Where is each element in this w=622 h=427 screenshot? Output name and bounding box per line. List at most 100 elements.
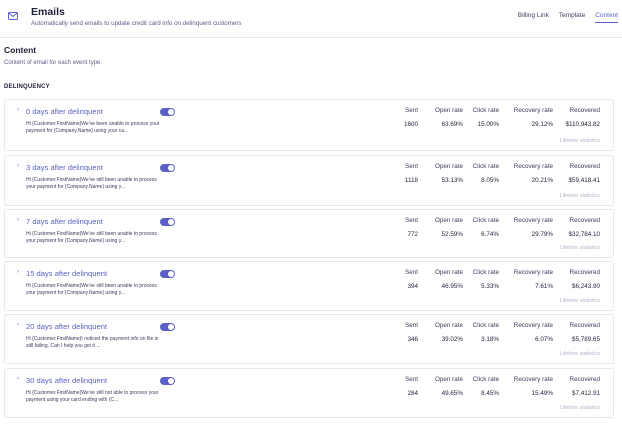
tab-bar: Billing Link Template Content bbox=[518, 12, 618, 23]
stat-click-rate: Click rate 3.18% bbox=[473, 322, 499, 343]
enabled-toggle[interactable] bbox=[160, 108, 175, 116]
email-title[interactable]: 20 days after delinquent bbox=[26, 322, 107, 331]
stat-label: Click rate bbox=[472, 322, 499, 329]
stat-recovery-rate: Recovery rate 29.79% bbox=[514, 217, 553, 238]
stat-label: Recovery rate bbox=[513, 322, 553, 329]
stat-recovery-rate: Recovery rate 29.12% bbox=[514, 107, 553, 128]
email-card[interactable]: › 20 days after delinquent Hi {Customer.Fi… bbox=[4, 314, 614, 364]
stat-sent: Sent 284 bbox=[405, 376, 418, 397]
stat-open-rate: Open rate 49.65% bbox=[435, 376, 463, 397]
stat-value: 15.00% bbox=[477, 121, 499, 128]
chevron-right-icon[interactable]: › bbox=[17, 269, 19, 275]
stat-label: Open rate bbox=[434, 217, 463, 224]
stat-value: 53.13% bbox=[441, 177, 463, 184]
email-preview: Hi {Customer.FirstName}We've still been … bbox=[26, 177, 157, 190]
tab-template[interactable]: Template bbox=[559, 12, 585, 23]
stat-value: 394 bbox=[407, 283, 418, 290]
email-card[interactable]: › 30 days after delinquent Hi {Customer.Fi… bbox=[4, 368, 614, 418]
enabled-toggle[interactable] bbox=[160, 164, 175, 172]
stat-value: 772 bbox=[407, 231, 418, 238]
chevron-right-icon[interactable]: › bbox=[17, 376, 19, 382]
stat-label: Recovered bbox=[569, 322, 600, 329]
stat-click-rate: Click rate 8.05% bbox=[473, 163, 499, 184]
stat-label: Sent bbox=[405, 107, 418, 114]
tab-billing-link[interactable]: Billing Link bbox=[518, 12, 549, 23]
stat-value: 49.65% bbox=[441, 390, 463, 397]
stat-value: 7.61% bbox=[535, 283, 553, 290]
stat-value: $5,789.65 bbox=[571, 336, 600, 343]
lifetime-statistics-label: Lifetime statistics bbox=[559, 193, 600, 199]
email-title[interactable]: 3 days after delinquent bbox=[26, 163, 103, 172]
chevron-right-icon[interactable]: › bbox=[17, 322, 19, 328]
chevron-right-icon[interactable]: › bbox=[17, 217, 19, 223]
page-subtitle: Automatically send emails to update cred… bbox=[31, 20, 242, 27]
enabled-toggle[interactable] bbox=[160, 218, 175, 226]
email-title[interactable]: 30 days after delinquent bbox=[26, 376, 107, 385]
enabled-toggle[interactable] bbox=[160, 323, 175, 331]
stat-label: Recovered bbox=[569, 163, 600, 170]
chevron-right-icon[interactable]: › bbox=[17, 107, 19, 113]
page-title: Emails bbox=[31, 6, 65, 18]
stat-label: Open rate bbox=[434, 376, 463, 383]
stat-label: Open rate bbox=[434, 107, 463, 114]
enabled-toggle[interactable] bbox=[160, 377, 175, 385]
stat-label: Recovery rate bbox=[513, 107, 553, 114]
stat-click-rate: Click rate 5.33% bbox=[473, 269, 499, 290]
stat-open-rate: Open rate 53.13% bbox=[435, 163, 463, 184]
stat-label: Sent bbox=[405, 269, 418, 276]
email-card[interactable]: › 15 days after delinquent Hi {Customer.Fi… bbox=[4, 261, 614, 311]
toggle-knob bbox=[168, 219, 174, 225]
stat-recovery-rate: Recovery rate 7.61% bbox=[514, 269, 553, 290]
stat-click-rate: Click rate 8.45% bbox=[473, 376, 499, 397]
email-title[interactable]: 0 days after delinquent bbox=[26, 107, 103, 116]
stat-recovered: Recovered $32,784.10 bbox=[568, 217, 600, 238]
email-card[interactable]: › 7 days after delinquent Hi {Customer.Fir… bbox=[4, 209, 614, 258]
section-title: Content bbox=[4, 45, 37, 55]
stat-value: 29.12% bbox=[531, 121, 553, 128]
stat-value: 6.74% bbox=[481, 231, 499, 238]
section-subtitle: Content of email for each event type. bbox=[4, 60, 103, 66]
stat-open-rate: Open rate 63.69% bbox=[435, 107, 463, 128]
stat-label: Sent bbox=[405, 163, 418, 170]
toggle-knob bbox=[168, 324, 174, 330]
stat-value: 346 bbox=[407, 336, 418, 343]
stat-value: 63.69% bbox=[441, 121, 463, 128]
stat-label: Sent bbox=[405, 217, 418, 224]
stat-click-rate: Click rate 6.74% bbox=[473, 217, 499, 238]
stat-sent: Sent 1118 bbox=[405, 163, 418, 184]
stat-open-rate: Open rate 46.95% bbox=[435, 269, 463, 290]
stat-value: 1600 bbox=[403, 121, 418, 128]
email-title[interactable]: 15 days after delinquent bbox=[26, 269, 107, 278]
stat-click-rate: Click rate 15.00% bbox=[473, 107, 499, 128]
stat-value: 3.18% bbox=[481, 336, 499, 343]
stat-label: Recovered bbox=[569, 217, 600, 224]
email-title[interactable]: 7 days after delinquent bbox=[26, 217, 103, 226]
stat-label: Recovered bbox=[569, 269, 600, 276]
stat-value: 46.95% bbox=[441, 283, 463, 290]
stat-recovered: Recovered $7,412.91 bbox=[570, 376, 600, 397]
stat-label: Recovery rate bbox=[513, 376, 553, 383]
stat-value: 284 bbox=[407, 390, 418, 397]
stat-label: Recovery rate bbox=[513, 217, 553, 224]
lifetime-statistics-label: Lifetime statistics bbox=[559, 351, 600, 357]
email-card[interactable]: › 0 days after delinquent Hi {Customer.Fir… bbox=[4, 99, 614, 151]
stat-label: Click rate bbox=[472, 163, 499, 170]
stat-open-rate: Open rate 52.59% bbox=[435, 217, 463, 238]
stat-label: Sent bbox=[405, 376, 418, 383]
stat-sent: Sent 394 bbox=[405, 269, 418, 290]
stat-recovery-rate: Recovery rate 15.49% bbox=[514, 376, 553, 397]
stat-value: 6.07% bbox=[535, 336, 553, 343]
email-card[interactable]: › 3 days after delinquent Hi {Customer.Fir… bbox=[4, 155, 614, 206]
page-header: Emails Automatically send emails to upda… bbox=[0, 0, 622, 38]
stat-value: 8.45% bbox=[481, 390, 499, 397]
stat-sent: Sent 1600 bbox=[404, 107, 418, 128]
chevron-right-icon[interactable]: › bbox=[17, 163, 19, 169]
email-preview: Hi {Customer.FirstName}I noticed the pay… bbox=[26, 336, 159, 349]
stat-recovered: Recovered $6,243.90 bbox=[570, 269, 600, 290]
tab-content[interactable]: Content bbox=[595, 12, 618, 23]
stat-value: 8.05% bbox=[481, 177, 499, 184]
lifetime-statistics-label: Lifetime statistics bbox=[559, 298, 600, 304]
stat-value: $110,943.82 bbox=[565, 121, 600, 128]
enabled-toggle[interactable] bbox=[160, 270, 175, 278]
stat-label: Click rate bbox=[472, 376, 499, 383]
